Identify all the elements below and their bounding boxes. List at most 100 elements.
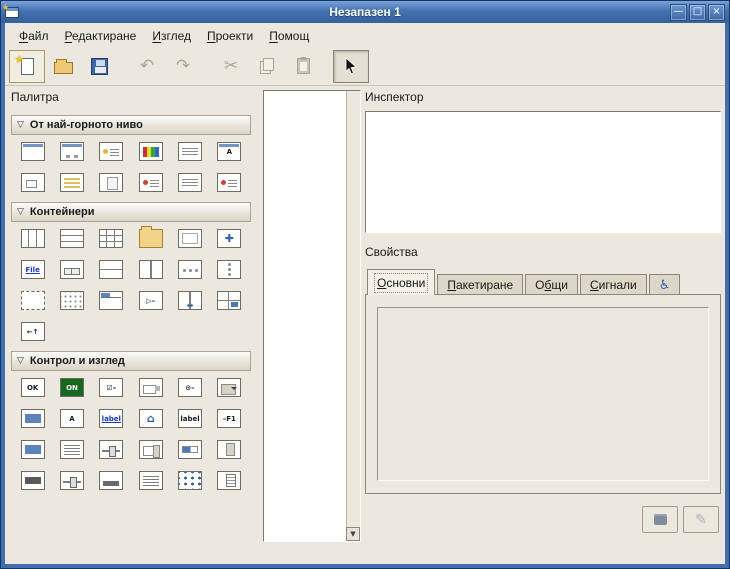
palette-item-combo-entry[interactable] xyxy=(19,440,47,459)
properties-page xyxy=(365,294,721,494)
palette-item-file-entry[interactable]: File xyxy=(19,260,47,279)
redo-button[interactable]: ↷ xyxy=(165,50,201,83)
palette-item-file-selection[interactable] xyxy=(58,173,86,192)
palette-item-window[interactable] xyxy=(19,142,47,161)
tab-accessibility[interactable]: ♿ xyxy=(649,274,681,295)
palette-item-hscrollbar[interactable] xyxy=(58,471,86,490)
palette-item-home-link[interactable]: ⌂ xyxy=(137,409,165,428)
project-tree-canvas[interactable] xyxy=(264,91,346,541)
vertical-scrollbar[interactable]: ▼ xyxy=(346,91,360,541)
tab-label: Общи xyxy=(535,278,568,292)
palette-item-layout[interactable] xyxy=(58,291,86,310)
palette-item-hbox[interactable] xyxy=(19,229,47,248)
event-box-icon xyxy=(178,291,202,310)
palette-item-vbutton-box[interactable] xyxy=(97,260,125,279)
palette-item-hpaned[interactable] xyxy=(137,260,165,279)
palette-item-curve[interactable]: ←↑ xyxy=(19,322,47,341)
menu-edit[interactable]: Редактиране xyxy=(57,26,145,46)
palette-item-hbutton-box[interactable] xyxy=(58,260,86,279)
palette-item-aspect-frame[interactable] xyxy=(215,291,243,310)
tab-common[interactable]: Общи xyxy=(525,274,578,295)
palette-item-list[interactable] xyxy=(137,471,165,490)
palette-item-viewport[interactable] xyxy=(19,291,47,310)
palette-item-radio-button[interactable]: ⊙– xyxy=(176,378,204,397)
titlebar[interactable]: Незапазен 1 —□× xyxy=(1,1,729,23)
save-project-button[interactable] xyxy=(81,50,117,83)
minimize-button[interactable]: — xyxy=(670,4,687,21)
scroll-down-button[interactable]: ▼ xyxy=(346,527,360,541)
palette-item-property-dialog[interactable] xyxy=(97,173,125,192)
edit-properties-button[interactable]: ✎ xyxy=(683,506,719,533)
palette-section-containers[interactable]: ▽Контейнери xyxy=(11,202,251,222)
palette-item-dialog[interactable] xyxy=(58,142,86,161)
maximize-button[interactable]: □ xyxy=(689,4,706,21)
menu-view[interactable]: Изглед xyxy=(144,26,199,46)
palette: ▽От най-горното ниво A ▽Контейнери File ▷– ←↑… xyxy=(11,112,251,536)
menu-help[interactable]: Помощ xyxy=(261,26,317,46)
new-project-button[interactable]: ★ xyxy=(9,50,45,83)
cut-button[interactable]: ✂ xyxy=(213,50,249,83)
palette-item-button[interactable]: OK xyxy=(19,378,47,397)
palette-item-table[interactable] xyxy=(97,229,125,248)
toolbar-separator xyxy=(321,49,333,83)
palette-item-option-menu[interactable] xyxy=(215,378,243,397)
palette-item-label[interactable]: label xyxy=(176,409,204,428)
undo-button[interactable]: ↶ xyxy=(129,50,165,83)
tab-signals[interactable]: Сигнали xyxy=(580,274,647,295)
palette-item-druid[interactable] xyxy=(215,173,243,192)
palette-item-scrolled-window[interactable] xyxy=(215,229,243,248)
palette-item-toggle-button[interactable]: ON xyxy=(58,378,86,397)
palette-item-vscrollbar[interactable] xyxy=(215,440,243,459)
palette-item-input-dialog[interactable] xyxy=(19,173,47,192)
palette-item-entry[interactable] xyxy=(19,409,47,428)
palette-item-message-dialog[interactable] xyxy=(97,142,125,161)
gnome-dialog-icon xyxy=(178,173,202,192)
palette-item-frame[interactable] xyxy=(176,229,204,248)
palette-item-text-view[interactable] xyxy=(58,440,86,459)
palette-item-color-selection-dialog[interactable] xyxy=(137,142,165,161)
palette-item-vseparator[interactable] xyxy=(215,260,243,279)
copy-button[interactable] xyxy=(249,50,285,83)
palette-item-font-selection-dialog[interactable] xyxy=(176,142,204,161)
palette-item-about-dialog[interactable]: A xyxy=(215,142,243,161)
palette-item-href-link[interactable]: label xyxy=(97,409,125,428)
palette-item-notebook[interactable] xyxy=(97,291,125,310)
main-area: Палитра ▽От най-горното нивоA▽Контейнери… xyxy=(5,86,725,564)
palette-item-hscale[interactable] xyxy=(97,440,125,459)
palette-item-handle-box[interactable]: ▷– xyxy=(137,291,165,310)
open-project-button[interactable] xyxy=(45,50,81,83)
selector-button[interactable] xyxy=(333,50,369,83)
palette-item-vbox[interactable] xyxy=(58,229,86,248)
tab-basic[interactable]: Основни xyxy=(367,269,435,295)
palette-section-toplevel[interactable]: ▽От най-горното ниво xyxy=(11,115,251,135)
paste-button[interactable] xyxy=(285,50,321,83)
input-dialog-icon xyxy=(21,173,45,192)
font-selection-dialog-icon xyxy=(178,142,202,161)
menu-file[interactable]: Файл xyxy=(11,26,57,46)
palette-item-icon-list[interactable] xyxy=(176,471,204,490)
palette-item-combo-box[interactable] xyxy=(137,378,165,397)
color-selection-dialog-icon xyxy=(139,142,163,161)
tab-packing[interactable]: Пакетиране xyxy=(437,274,523,295)
palette-item-text-box[interactable]: A xyxy=(58,409,86,428)
inspector-list[interactable] xyxy=(365,111,721,233)
palette-item-vruler[interactable] xyxy=(215,471,243,490)
palette-section-control[interactable]: ▽Контрол и изглед xyxy=(11,351,251,371)
palette-item-gnome-app[interactable] xyxy=(137,173,165,192)
menu-projects[interactable]: Проекти xyxy=(199,26,261,46)
vbutton-box-icon xyxy=(99,260,123,279)
layout-icon xyxy=(60,291,84,310)
dialog-properties-button[interactable] xyxy=(642,506,678,533)
close-button[interactable]: × xyxy=(708,4,725,21)
palette-item-accel-label[interactable]: –F1 xyxy=(215,409,243,428)
palette-item-check-button[interactable]: ☑– xyxy=(97,378,125,397)
palette-item-fixed-positions[interactable] xyxy=(137,229,165,248)
palette-item-event-box[interactable] xyxy=(176,291,204,310)
palette-item-menu-bar[interactable] xyxy=(19,471,47,490)
palette-item-hseparator[interactable] xyxy=(176,260,204,279)
palette-item-statusbar[interactable] xyxy=(97,471,125,490)
palette-section-label: От най-горното ниво xyxy=(30,119,143,131)
palette-item-gnome-dialog[interactable] xyxy=(176,173,204,192)
palette-item-spin-button[interactable] xyxy=(137,440,165,459)
palette-item-progress-bar[interactable] xyxy=(176,440,204,459)
